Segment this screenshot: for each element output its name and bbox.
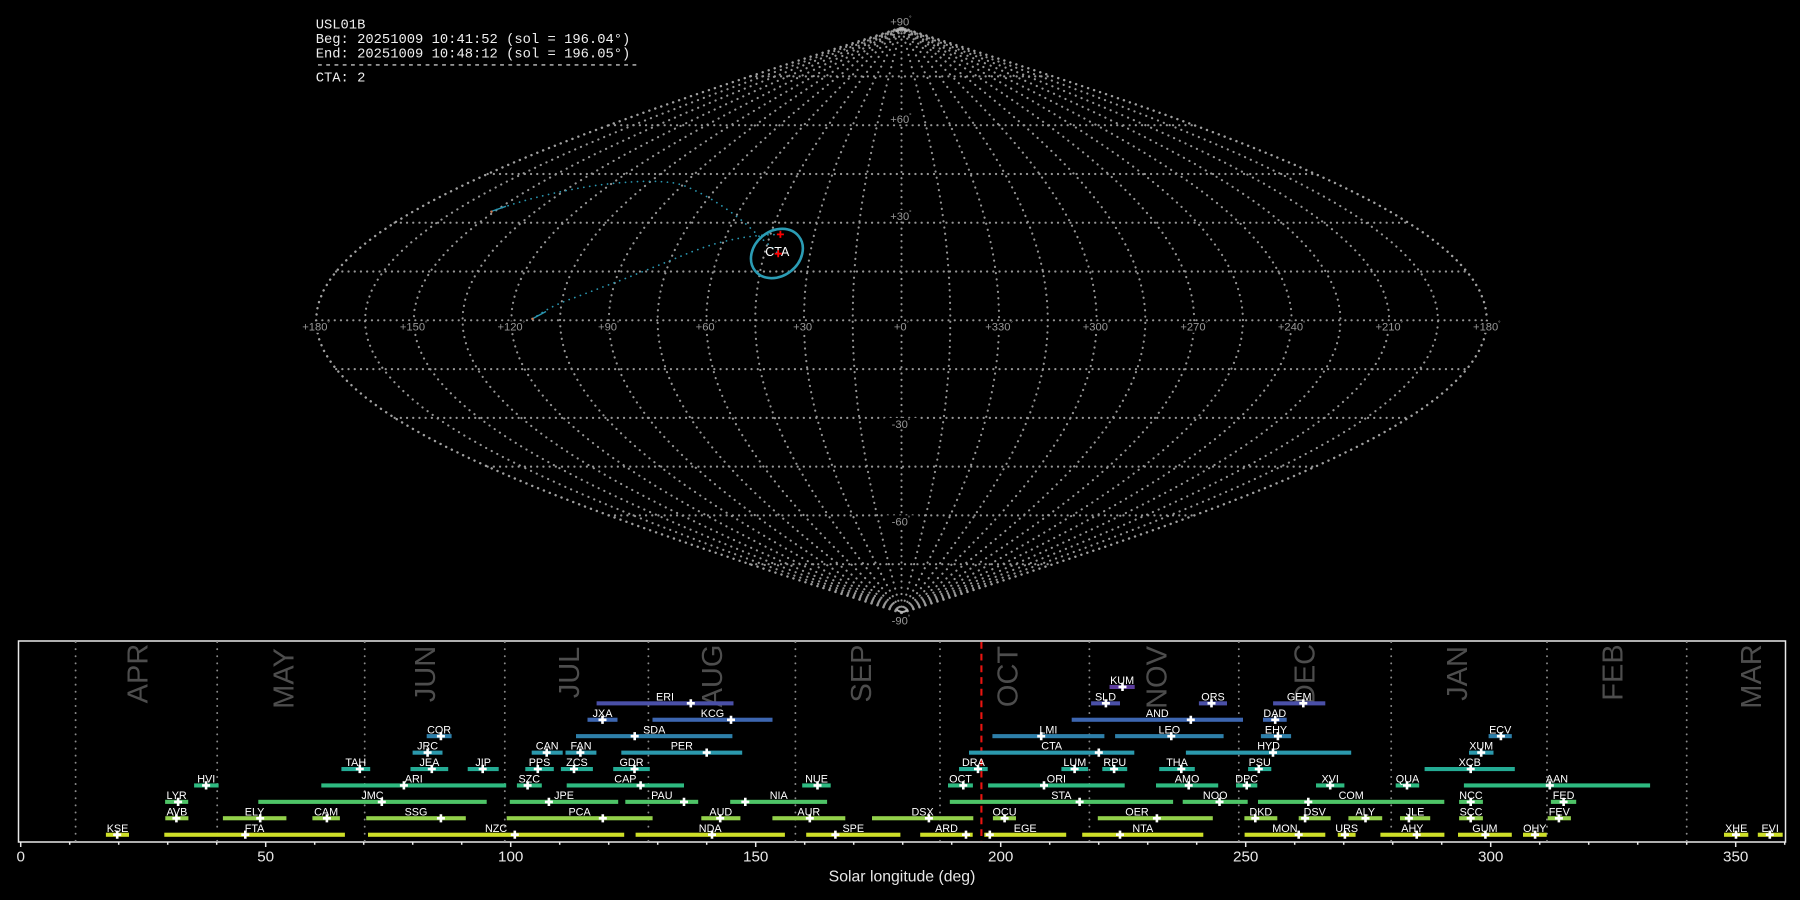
- svg-text:APR: APR: [123, 644, 155, 704]
- svg-text:JEA: JEA: [419, 757, 440, 769]
- svg-text:TAH: TAH: [345, 757, 366, 769]
- svg-text:100: 100: [498, 849, 523, 866]
- svg-text:PPS: PPS: [529, 757, 551, 769]
- svg-text:AND: AND: [1146, 708, 1169, 720]
- svg-text:+330˚: +330˚: [985, 320, 1013, 334]
- svg-text:AUG: AUG: [697, 645, 729, 708]
- svg-text:SEP: SEP: [846, 644, 878, 702]
- svg-text:OCT: OCT: [949, 774, 972, 786]
- svg-text:NDA: NDA: [699, 823, 723, 835]
- svg-text:+60˚: +60˚: [890, 112, 911, 126]
- svg-text:CTA: 2: CTA: 2: [316, 72, 366, 87]
- svg-text:-30˚: -30˚: [892, 417, 911, 431]
- svg-text:OER: OER: [1125, 806, 1149, 818]
- svg-text:NIA: NIA: [770, 790, 789, 802]
- svg-text:NZC: NZC: [485, 823, 507, 835]
- svg-text:+210˚: +210˚: [1375, 320, 1403, 334]
- svg-text:COM: COM: [1339, 790, 1364, 802]
- svg-text:0: 0: [16, 849, 24, 866]
- svg-text:Solar longitude (deg): Solar longitude (deg): [829, 869, 976, 886]
- svg-text:PCA: PCA: [568, 806, 591, 818]
- svg-text:-90˚: -90˚: [892, 613, 911, 627]
- svg-text:150: 150: [743, 849, 768, 866]
- svg-text:ZCS: ZCS: [566, 757, 588, 769]
- svg-text:MON: MON: [1272, 823, 1297, 835]
- svg-text:300: 300: [1478, 849, 1503, 866]
- svg-text:DSX: DSX: [911, 806, 933, 818]
- svg-text:EHY: EHY: [1265, 724, 1287, 736]
- svg-text:+60˚: +60˚: [696, 320, 717, 334]
- svg-text:+300˚: +300˚: [1083, 320, 1111, 334]
- svg-text:ERI: ERI: [656, 691, 674, 703]
- svg-text:JUL: JUL: [554, 647, 586, 699]
- svg-text:-60˚: -60˚: [892, 515, 911, 529]
- svg-text:MAY: MAY: [269, 648, 301, 709]
- svg-text:ORS: ORS: [1201, 691, 1224, 703]
- svg-text:JMC: JMC: [361, 790, 383, 802]
- svg-text:+30˚: +30˚: [890, 209, 911, 223]
- svg-text:200: 200: [988, 849, 1013, 866]
- svg-text:AHY: AHY: [1401, 823, 1423, 835]
- svg-text:DRA: DRA: [962, 757, 986, 769]
- svg-text:CTA: CTA: [1041, 741, 1063, 753]
- svg-text:FEB: FEB: [1598, 644, 1630, 700]
- svg-text:350: 350: [1723, 849, 1748, 866]
- svg-text:PER: PER: [671, 741, 693, 753]
- svg-text:JAN: JAN: [1442, 646, 1474, 701]
- svg-text:DSV: DSV: [1304, 806, 1327, 818]
- svg-text:MAR: MAR: [1736, 644, 1768, 708]
- svg-text:+180˚: +180˚: [1473, 320, 1501, 334]
- svg-text:ARI: ARI: [405, 774, 423, 786]
- svg-text:DKD: DKD: [1249, 806, 1272, 818]
- svg-text:STA: STA: [1051, 790, 1072, 802]
- svg-text:ORI: ORI: [1047, 774, 1066, 786]
- svg-text:COR: COR: [427, 724, 451, 736]
- svg-text:EGE: EGE: [1014, 823, 1037, 835]
- svg-text:URS: URS: [1335, 823, 1358, 835]
- svg-text:THA: THA: [1166, 757, 1188, 769]
- svg-text:SDA: SDA: [643, 724, 666, 736]
- svg-text:FTA: FTA: [245, 823, 265, 835]
- svg-text:AMO: AMO: [1175, 774, 1200, 786]
- svg-text:50: 50: [257, 849, 274, 866]
- svg-text:+150˚: +150˚: [400, 320, 428, 334]
- svg-text:+180˚: +180˚: [302, 320, 330, 334]
- svg-text:OCT: OCT: [992, 646, 1024, 708]
- svg-text:PAU: PAU: [651, 790, 672, 802]
- svg-text:+30˚: +30˚: [793, 320, 814, 334]
- svg-text:ARD: ARD: [935, 823, 958, 835]
- svg-text:SSG: SSG: [405, 806, 428, 818]
- svg-text:SZC: SZC: [518, 774, 540, 786]
- svg-text:GDR: GDR: [620, 757, 644, 769]
- svg-text:JPE: JPE: [554, 790, 574, 802]
- svg-text:NTA: NTA: [1132, 823, 1154, 835]
- svg-text:CAP: CAP: [614, 774, 636, 786]
- svg-text:+90˚: +90˚: [598, 320, 619, 334]
- svg-text:KCG: KCG: [701, 708, 724, 720]
- svg-text:NOO: NOO: [1203, 790, 1228, 802]
- svg-text:JUN: JUN: [410, 646, 442, 702]
- svg-text:Beg: 20251009 10:41:52 (sol =: Beg: 20251009 10:41:52 (sol = 196.04°): [316, 32, 631, 48]
- svg-text:HYD: HYD: [1257, 741, 1280, 753]
- svg-text:GEM: GEM: [1287, 691, 1312, 703]
- svg-text:LEO: LEO: [1158, 724, 1180, 736]
- svg-text:250: 250: [1233, 849, 1258, 866]
- svg-text:LYR: LYR: [166, 790, 186, 802]
- svg-text:NOV: NOV: [1142, 645, 1174, 709]
- svg-text:+240˚: +240˚: [1278, 320, 1306, 334]
- svg-text:+120˚: +120˚: [497, 320, 525, 334]
- svg-text:+270˚: +270˚: [1180, 320, 1208, 334]
- svg-text:SPE: SPE: [842, 823, 864, 835]
- svg-text:USL01B: USL01B: [316, 18, 366, 33]
- svg-text:+90˚: +90˚: [890, 15, 911, 29]
